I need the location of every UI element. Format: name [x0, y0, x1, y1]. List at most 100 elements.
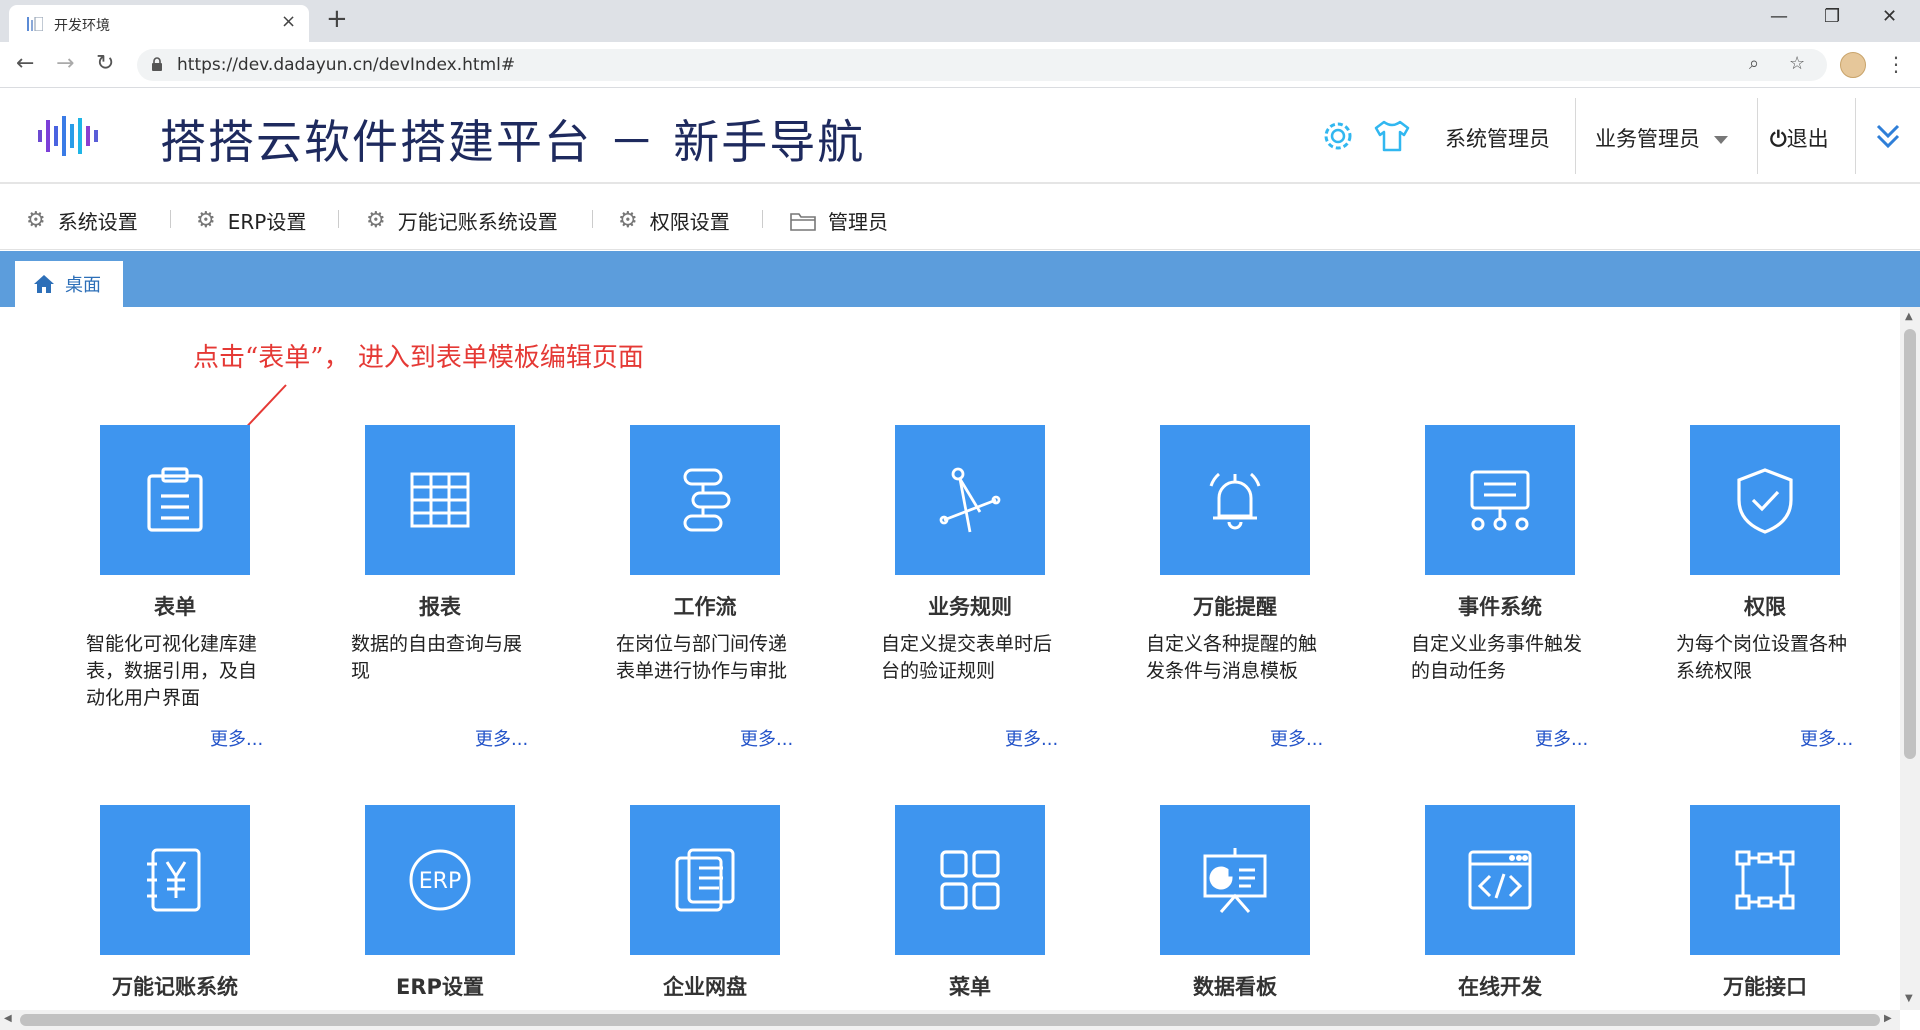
card-tile[interactable]: [1425, 425, 1575, 575]
scroll-thumb[interactable]: [1904, 329, 1916, 759]
gear-icon: ⚙: [618, 208, 638, 233]
card-tile[interactable]: [1160, 425, 1310, 575]
menu-divider: [592, 210, 593, 228]
card-tile[interactable]: [630, 805, 780, 955]
card-title: 业务规则: [928, 595, 1012, 619]
omnibox[interactable]: https://dev.dadayun.cn/devIndex.html# ⌕ …: [137, 49, 1827, 81]
menu-accounting-settings[interactable]: ⚙ 万能记账系统设置: [366, 206, 558, 235]
theme-shirt-icon[interactable]: [1372, 116, 1412, 156]
bell-icon: [1209, 472, 1261, 530]
card-tile[interactable]: [1425, 805, 1575, 955]
menu-grid-icon: [940, 850, 1000, 910]
card-description: 自定义各种提醒的触发条件与消息模板: [1146, 633, 1318, 682]
tab-desktop[interactable]: 桌面: [15, 261, 123, 307]
settings-gear-icon[interactable]: [1318, 116, 1358, 156]
card-tile[interactable]: [895, 805, 1045, 955]
system-admin-link[interactable]: 系统管理员: [1445, 123, 1550, 153]
logout-button[interactable]: ⏻退出: [1770, 123, 1829, 153]
card-description: 自定义提交表单时后台的验证规则: [881, 633, 1053, 682]
scroll-right-icon[interactable]: ▶: [1884, 1013, 1892, 1024]
card-tile[interactable]: [100, 805, 250, 955]
menu-system-settings[interactable]: ⚙ 系统设置: [26, 206, 138, 235]
reload-icon[interactable]: ↻: [96, 51, 114, 76]
menu-label: 权限设置: [649, 210, 730, 234]
header-divider: [1757, 98, 1758, 174]
page-title: 搭搭云软件搭建平台 － 新手导航: [160, 115, 866, 169]
scroll-thumb[interactable]: [20, 1014, 1880, 1026]
minimize-icon[interactable]: —: [1770, 6, 1788, 27]
card-description: 数据的自由查询与展现: [351, 633, 523, 682]
vertical-scrollbar[interactable]: ▲ ▼: [1900, 307, 1920, 1010]
more-link[interactable]: 更多...: [1270, 725, 1323, 751]
forward-icon[interactable]: →: [56, 51, 74, 76]
browser-menu-icon[interactable]: ⋮: [1886, 52, 1906, 76]
card-title: 数据看板: [1193, 975, 1277, 999]
menu-label: ERP设置: [227, 210, 307, 234]
gear-icon: ⚙: [26, 208, 46, 233]
scroll-down-icon[interactable]: ▼: [1905, 993, 1913, 1004]
menu-divider: [762, 210, 763, 228]
card-title: 菜单: [949, 975, 991, 999]
card-title: ERP设置: [396, 975, 484, 999]
tab-title: 开发环境: [54, 18, 110, 34]
more-link[interactable]: 更多...: [1005, 725, 1058, 751]
more-link[interactable]: 更多...: [210, 725, 263, 751]
card-title: 表单: [154, 595, 196, 619]
guide-hint-text: 点击“表单”， 进入到表单模板编辑页面: [193, 343, 644, 373]
menu-label: 系统设置: [57, 210, 138, 234]
page-favicon-icon: [27, 17, 43, 31]
card-title: 工作流: [673, 595, 737, 619]
card-description: 智能化可视化建库建表，数据引用，及自动化用户界面: [86, 633, 258, 709]
collapse-chevron-icon[interactable]: [1870, 118, 1906, 154]
clipboard-icon: [147, 467, 203, 532]
card-tile[interactable]: [100, 425, 250, 575]
more-link[interactable]: 更多...: [475, 725, 528, 751]
home-icon: [34, 275, 54, 293]
card-tile[interactable]: ERP: [365, 805, 515, 955]
menu-admin[interactable]: 管理员: [790, 206, 888, 235]
card-title: 在线开发: [1458, 975, 1542, 999]
zoom-icon[interactable]: ⌕: [1749, 53, 1759, 74]
chevron-down-icon: [1714, 136, 1728, 144]
more-link[interactable]: 更多...: [1535, 725, 1588, 751]
card-tile[interactable]: [895, 425, 1045, 575]
card-title: 事件系统: [1458, 595, 1542, 619]
business-admin-dropdown[interactable]: 业务管理员: [1595, 123, 1728, 153]
workflow-icon: [683, 468, 731, 532]
shield-icon: [1737, 468, 1793, 534]
logo-icon: [38, 116, 98, 156]
close-window-icon[interactable]: ✕: [1882, 6, 1897, 27]
card-tile[interactable]: [1690, 425, 1840, 575]
power-icon: ⏻: [1770, 127, 1787, 151]
interface-icon: [1735, 850, 1795, 910]
menu-divider: [170, 210, 171, 228]
logout-label: 退出: [1786, 127, 1829, 151]
menu-label: 万能记账系统设置: [397, 210, 558, 234]
new-tab-icon[interactable]: +: [326, 4, 348, 34]
card-tile[interactable]: [1160, 805, 1310, 955]
more-link[interactable]: 更多...: [1800, 725, 1853, 751]
header-divider: [1855, 98, 1856, 174]
scroll-left-icon[interactable]: ◀: [4, 1013, 12, 1024]
restore-icon[interactable]: ❐: [1824, 6, 1840, 27]
gear-icon: ⚙: [196, 208, 216, 233]
horizontal-scrollbar[interactable]: ◀ ▶: [0, 1010, 1900, 1030]
business-admin-label: 业务管理员: [1595, 127, 1700, 151]
menu-permission-settings[interactable]: ⚙ 权限设置: [618, 206, 730, 235]
url-text[interactable]: https://dev.dadayun.cn/devIndex.html#: [177, 55, 515, 75]
close-tab-icon[interactable]: ×: [281, 11, 296, 32]
folder-icon: [790, 212, 816, 231]
scroll-up-icon[interactable]: ▲: [1905, 311, 1913, 322]
back-icon[interactable]: ←: [16, 51, 34, 76]
profile-avatar[interactable]: [1840, 52, 1866, 78]
browser-tab[interactable]: 开发环境 ×: [9, 5, 309, 42]
bookmark-star-icon[interactable]: ☆: [1789, 53, 1805, 74]
card-tile[interactable]: [365, 425, 515, 575]
menu-erp-settings[interactable]: ⚙ ERP设置: [196, 206, 306, 235]
netdisk-icon: [675, 848, 735, 912]
menu-divider: [338, 210, 339, 228]
card-tile[interactable]: [630, 425, 780, 575]
gear-icon: ⚙: [366, 208, 386, 233]
more-link[interactable]: 更多...: [740, 725, 793, 751]
card-tile[interactable]: [1690, 805, 1840, 955]
